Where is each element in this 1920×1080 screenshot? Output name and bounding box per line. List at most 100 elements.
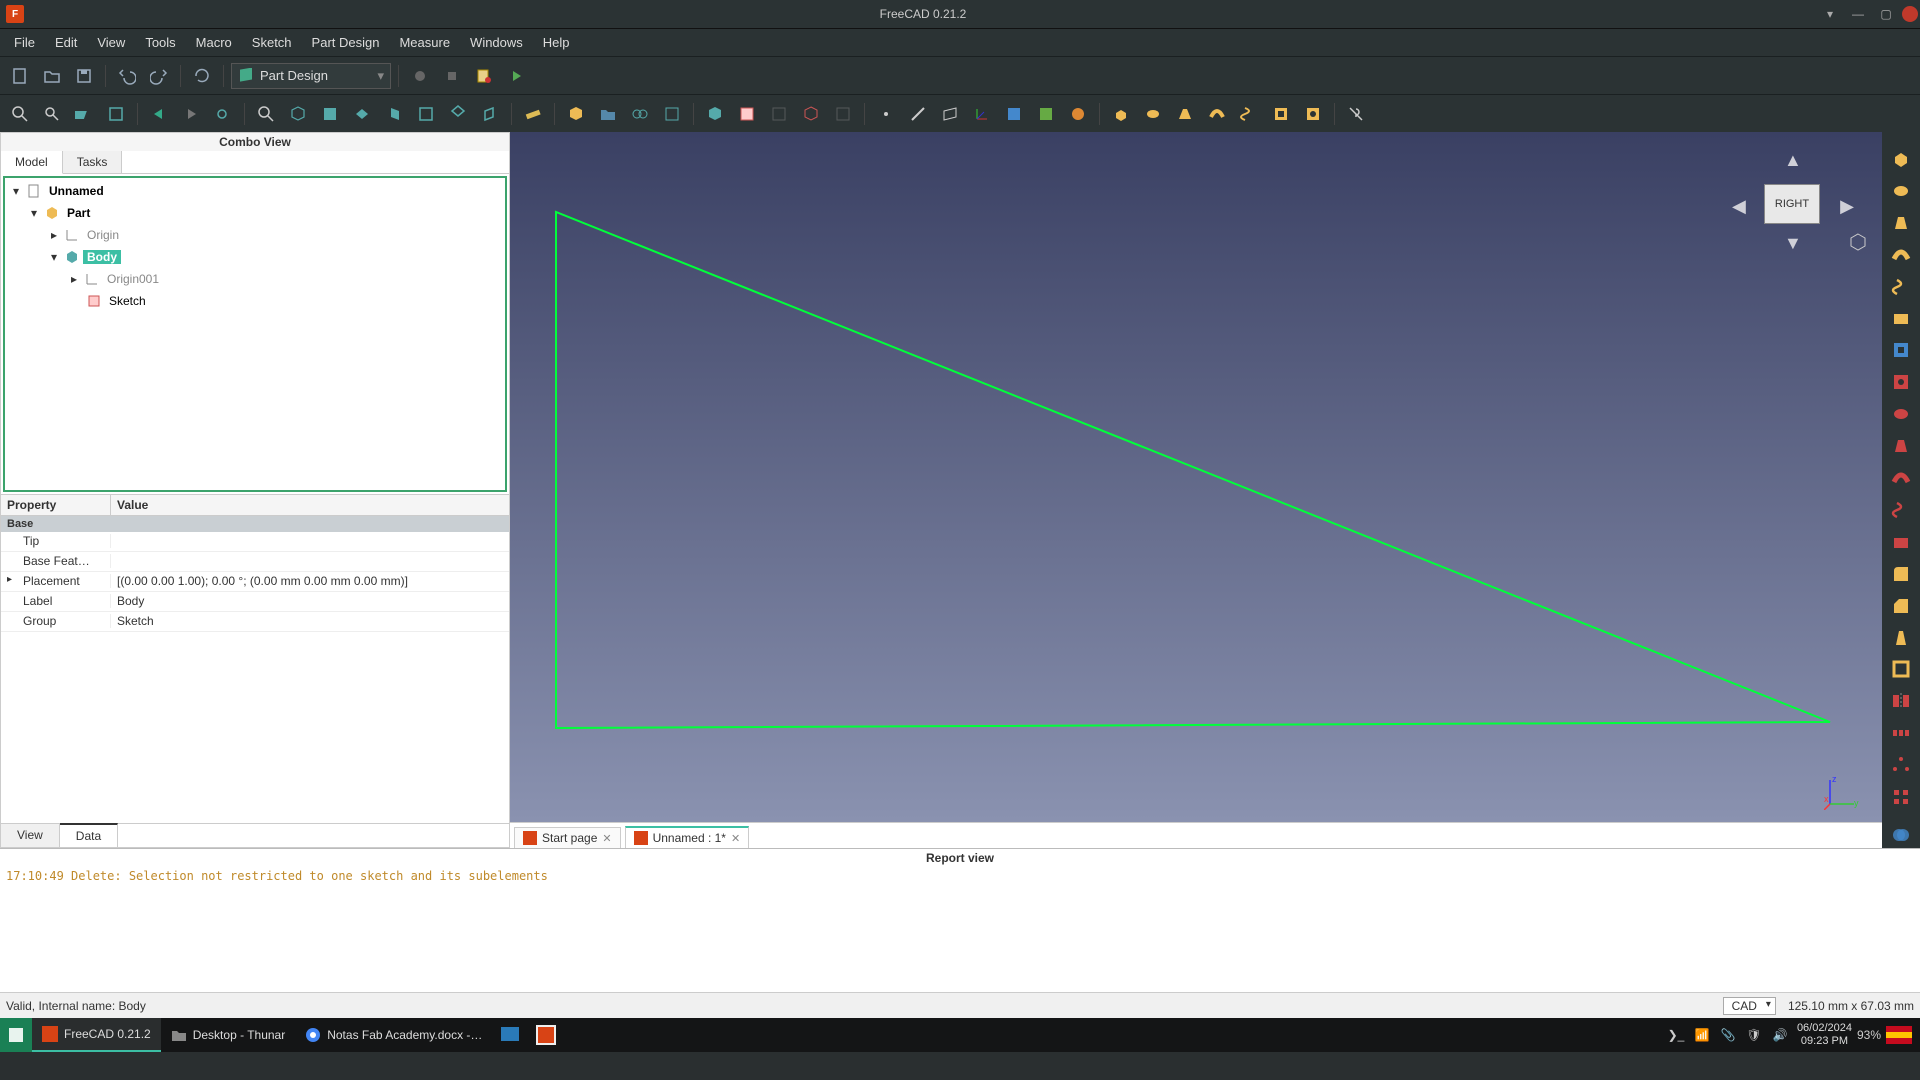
menu-sketch[interactable]: Sketch (242, 31, 302, 54)
new-file-icon[interactable] (6, 62, 34, 90)
mirror-tool-icon[interactable] (1887, 688, 1915, 714)
view-rear-icon[interactable] (412, 100, 440, 128)
tray-shield-icon[interactable]: 🛡 (1745, 1026, 1763, 1044)
groove-tool-icon[interactable] (1887, 401, 1915, 427)
property-panel[interactable]: Base Tip Base Feat… Placement[(0.00 0.00… (1, 516, 509, 824)
macro-edit-icon[interactable] (470, 62, 498, 90)
navcube-home-icon[interactable] (1848, 232, 1868, 252)
zoom-fit-icon[interactable] (6, 100, 34, 128)
prop-row[interactable]: Tip (1, 532, 509, 552)
chamfer-tool-icon[interactable] (1887, 593, 1915, 619)
tray-clock[interactable]: 06/02/202409:23 PM (1797, 1022, 1852, 1048)
navcube-down-icon[interactable]: ▼ (1784, 233, 1802, 254)
start-menu-button[interactable] (0, 1018, 32, 1052)
box-tool-icon[interactable] (1887, 306, 1915, 332)
report-view-body[interactable]: 17:10:49 Delete: Selection not restricte… (0, 867, 1920, 992)
pad-tool-icon[interactable] (1887, 146, 1915, 172)
datum-point-icon[interactable] (872, 100, 900, 128)
macro-play-icon[interactable] (502, 62, 530, 90)
tree-item-doc[interactable]: ▾ Unnamed (7, 180, 503, 202)
datum-cs-icon[interactable] (968, 100, 996, 128)
create-body-icon[interactable] (701, 100, 729, 128)
menu-edit[interactable]: Edit (45, 31, 87, 54)
navigation-cube[interactable]: ▲ ◀ ▶ ▼ RIGHT (1728, 142, 1858, 272)
navcube-right-icon[interactable]: ▶ (1840, 196, 1854, 217)
close-tab-icon[interactable]: ✕ (602, 832, 611, 845)
prop-row[interactable]: Placement[(0.00 0.00 1.00); 0.00 °; (0.0… (1, 572, 509, 592)
view-top-icon[interactable] (348, 100, 376, 128)
navigation-style-selector[interactable]: CAD (1723, 997, 1776, 1015)
subpipe-tool-icon[interactable] (1887, 465, 1915, 491)
zoom-selection-icon[interactable] (38, 100, 66, 128)
taskbar-app-blank1[interactable] (492, 1018, 528, 1052)
hole-tool-icon[interactable] (1887, 369, 1915, 395)
whatsthis-icon[interactable] (1342, 100, 1370, 128)
menu-file[interactable]: File (4, 31, 45, 54)
save-file-icon[interactable] (70, 62, 98, 90)
tree-item-origin[interactable]: ▸ Origin (7, 224, 503, 246)
validate-sketch-icon[interactable] (829, 100, 857, 128)
tray-battery[interactable]: 93% (1860, 1026, 1878, 1044)
zoom-icon[interactable] (252, 100, 280, 128)
close-button[interactable] (1902, 6, 1918, 22)
create-group-icon[interactable] (594, 100, 622, 128)
loft-icon[interactable] (1171, 100, 1199, 128)
create-sketch-icon[interactable] (733, 100, 761, 128)
tree-item-origin001[interactable]: ▸ Origin001 (7, 268, 503, 290)
tray-network-icon[interactable]: 📶 (1693, 1026, 1711, 1044)
subbox-tool-icon[interactable] (1887, 529, 1915, 555)
nav-back-icon[interactable] (145, 100, 173, 128)
3d-viewport[interactable]: ▲ ◀ ▶ ▼ RIGHT zyx (510, 132, 1882, 822)
maximize-button[interactable]: ▢ (1874, 4, 1898, 24)
subhelix-tool-icon[interactable] (1887, 497, 1915, 523)
helix-icon[interactable] (1235, 100, 1263, 128)
menu-windows[interactable]: Windows (460, 31, 533, 54)
subshapebinder-icon[interactable] (1032, 100, 1060, 128)
tab-tasks[interactable]: Tasks (63, 151, 123, 173)
datum-plane-icon[interactable] (936, 100, 964, 128)
datum-line-icon[interactable] (904, 100, 932, 128)
view-bottom-icon[interactable] (444, 100, 472, 128)
tray-keyboard-layout-icon[interactable] (1886, 1026, 1912, 1044)
shapebinder-icon[interactable] (1000, 100, 1028, 128)
polpattern-tool-icon[interactable] (1887, 752, 1915, 778)
revolution-icon[interactable] (1139, 100, 1167, 128)
create-part-icon[interactable] (562, 100, 590, 128)
tab-data[interactable]: Data (60, 823, 118, 847)
edit-sketch-icon[interactable] (765, 100, 793, 128)
taskbar-app-chrome[interactable]: Notas Fab Academy.docx -… (295, 1018, 492, 1052)
map-sketch-icon[interactable] (797, 100, 825, 128)
draw-style-icon[interactable] (70, 100, 98, 128)
taskbar-app-blank2[interactable] (528, 1018, 564, 1052)
prop-row[interactable]: Base Feat… (1, 552, 509, 572)
bounding-box-icon[interactable] (102, 100, 130, 128)
prop-row[interactable]: LabelBody (1, 592, 509, 612)
navcube-left-icon[interactable]: ◀ (1732, 196, 1746, 217)
thickness-tool-icon[interactable] (1887, 657, 1915, 683)
view-left-icon[interactable] (476, 100, 504, 128)
macro-record-icon[interactable] (406, 62, 434, 90)
view-front-icon[interactable] (316, 100, 344, 128)
doc-tab-startpage[interactable]: Start page ✕ (514, 827, 621, 848)
tray-terminal-icon[interactable]: ❯_ (1667, 1026, 1685, 1044)
menu-view[interactable]: View (87, 31, 135, 54)
pipe-icon[interactable] (1203, 100, 1231, 128)
pocket-tool-icon[interactable] (1887, 337, 1915, 363)
tab-view[interactable]: View (1, 824, 60, 847)
loft-tool-icon[interactable] (1887, 210, 1915, 236)
model-tree[interactable]: ▾ Unnamed ▾ Part ▸ Origin ▾ Body ▸ (3, 176, 507, 492)
navcube-face[interactable]: RIGHT (1764, 184, 1820, 224)
link-icon[interactable] (209, 100, 237, 128)
link-actions-icon[interactable] (658, 100, 686, 128)
menu-help[interactable]: Help (533, 31, 580, 54)
workbench-selector[interactable]: Part Design ▾ (231, 63, 391, 89)
sweep-tool-icon[interactable] (1887, 242, 1915, 268)
redo-icon[interactable] (145, 62, 173, 90)
multitransform-tool-icon[interactable] (1887, 784, 1915, 810)
fillet-tool-icon[interactable] (1887, 561, 1915, 587)
view-iso-icon[interactable] (284, 100, 312, 128)
link-make-icon[interactable] (626, 100, 654, 128)
linpattern-tool-icon[interactable] (1887, 720, 1915, 746)
clone-icon[interactable] (1064, 100, 1092, 128)
menu-tools[interactable]: Tools (135, 31, 185, 54)
